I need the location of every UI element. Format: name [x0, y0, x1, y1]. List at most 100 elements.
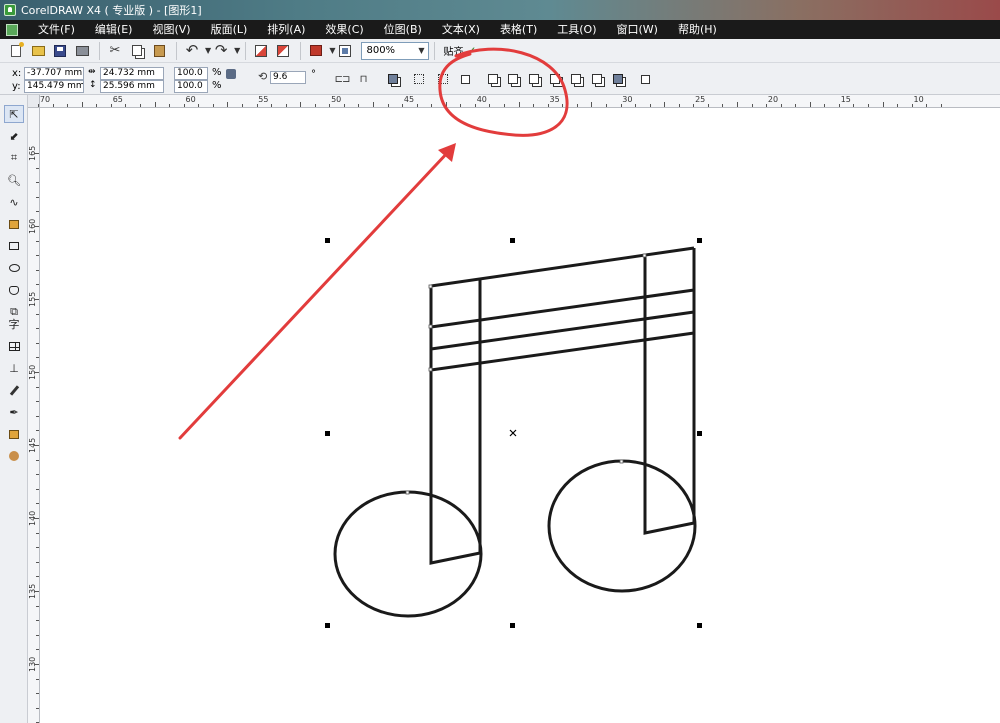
- selection-handle-bottom-left[interactable]: [325, 623, 330, 628]
- text-tool[interactable]: 字: [4, 315, 24, 333]
- selection-handle-top-middle[interactable]: [510, 238, 515, 243]
- node[interactable]: [428, 367, 433, 372]
- vertical-ruler[interactable]: 165 160 155 150 145 140 135 130: [28, 108, 40, 723]
- lock-object-button[interactable]: [458, 72, 472, 86]
- x-position-field[interactable]: -37.707 mm: [24, 67, 84, 80]
- ruler-tick: [140, 104, 142, 107]
- node[interactable]: [642, 253, 647, 258]
- menu-window[interactable]: 窗口(W): [607, 20, 668, 39]
- front-minus-back-button[interactable]: [569, 72, 583, 86]
- outline-tool[interactable]: ✒: [4, 403, 24, 421]
- menu-layout[interactable]: 版面(L): [201, 20, 258, 39]
- lock-ratio-button[interactable]: [224, 67, 238, 81]
- paste-button[interactable]: [149, 41, 169, 61]
- menu-effects[interactable]: 效果(C): [315, 20, 373, 39]
- document-icon[interactable]: [6, 23, 18, 36]
- menu-tools[interactable]: 工具(O): [547, 20, 606, 39]
- beam-3[interactable]: [430, 310, 695, 351]
- break-apart-button[interactable]: [436, 72, 450, 86]
- polygon-tool[interactable]: [4, 281, 24, 299]
- zoom-level-select[interactable]: 800% ▼: [361, 41, 430, 60]
- selection-handle-top-right[interactable]: [697, 238, 702, 243]
- menu-help[interactable]: 帮助(H): [668, 20, 727, 39]
- snap-to-button[interactable]: 贴齐: [443, 43, 463, 58]
- beam-2[interactable]: [430, 288, 695, 329]
- intersect-button[interactable]: [527, 72, 541, 86]
- shape-tool[interactable]: ⬋: [4, 127, 24, 145]
- selection-handle-top-left[interactable]: [325, 238, 330, 243]
- zoom-tool[interactable]: 🔍︎: [4, 171, 24, 189]
- import-button[interactable]: [251, 41, 271, 61]
- back-minus-front-button[interactable]: [590, 72, 604, 86]
- node[interactable]: [428, 284, 433, 289]
- left-note-head[interactable]: [333, 490, 483, 618]
- selection-handle-bottom-middle[interactable]: [510, 623, 515, 628]
- open-button[interactable]: [28, 41, 48, 61]
- beam-top[interactable]: [430, 246, 695, 288]
- menu-arrange[interactable]: 排列(A): [257, 20, 315, 39]
- scale-y-field[interactable]: 100.0: [174, 80, 208, 93]
- y-position-field[interactable]: 145.479 mm: [24, 80, 84, 93]
- crop-tool[interactable]: ⌗: [4, 149, 24, 167]
- welcome-screen-button[interactable]: [335, 41, 355, 61]
- pick-tool[interactable]: ⇱: [4, 105, 24, 123]
- menu-file[interactable]: 文件(F): [28, 20, 85, 39]
- copy-button[interactable]: [127, 41, 147, 61]
- cut-button[interactable]: ✂: [105, 41, 125, 61]
- ellipse-tool[interactable]: [4, 259, 24, 277]
- ruler-tick: [36, 503, 39, 505]
- node[interactable]: [619, 459, 624, 464]
- simplify-button[interactable]: [548, 72, 562, 86]
- print-button[interactable]: [72, 41, 92, 61]
- selection-handle-middle-right[interactable]: [697, 431, 702, 436]
- trim-button[interactable]: [506, 72, 520, 86]
- simplify-icon: [550, 74, 560, 84]
- rectangle-tool[interactable]: [4, 237, 24, 255]
- check-icon[interactable]: ✓: [466, 45, 476, 57]
- redo-button[interactable]: ↷: [211, 41, 231, 61]
- menu-view[interactable]: 视图(V): [142, 20, 200, 39]
- beam-4[interactable]: [430, 331, 695, 372]
- menu-bitmaps[interactable]: 位图(B): [374, 20, 432, 39]
- mirror-horizontal-button[interactable]: ⊏⊐: [335, 72, 351, 86]
- drawing-canvas[interactable]: [40, 108, 1000, 723]
- combine-button[interactable]: [386, 72, 400, 86]
- undo-button[interactable]: ↶: [182, 41, 202, 61]
- scale-x-field[interactable]: 100.0: [174, 67, 208, 80]
- outline-width-button[interactable]: [638, 72, 652, 86]
- ruler-tick: [125, 104, 127, 107]
- new-document-button[interactable]: [6, 41, 26, 61]
- horizontal-ruler[interactable]: 70 65 60 55 50 45 40 35 30 25 20 15 10: [0, 95, 1000, 108]
- freehand-tool[interactable]: ∿: [4, 193, 24, 211]
- interactive-fill-tool[interactable]: [4, 447, 24, 465]
- fill-tool[interactable]: [4, 425, 24, 443]
- mirror-vertical-button[interactable]: ⊓: [356, 72, 370, 86]
- node[interactable]: [405, 490, 410, 495]
- ruler-tick: [52, 104, 54, 107]
- percent-label: %: [212, 80, 222, 91]
- weld-button[interactable]: [486, 72, 500, 86]
- table-tool[interactable]: [4, 337, 24, 355]
- eyedropper-tool[interactable]: [4, 381, 24, 399]
- menu-edit[interactable]: 编辑(E): [85, 20, 143, 39]
- node[interactable]: [428, 324, 433, 329]
- selection-handle-middle-left[interactable]: [325, 431, 330, 436]
- menu-table[interactable]: 表格(T): [490, 20, 547, 39]
- menu-text[interactable]: 文本(X): [432, 20, 490, 39]
- rotation-angle-field[interactable]: 9.6: [270, 71, 306, 84]
- application-launcher-button[interactable]: [306, 41, 326, 61]
- outline-icon: [640, 74, 650, 84]
- width-field[interactable]: 24.732 mm: [100, 67, 164, 80]
- selection-handle-bottom-right[interactable]: [697, 623, 702, 628]
- ruler-tick: [81, 102, 83, 107]
- dimension-tool[interactable]: ⊥: [4, 359, 24, 377]
- height-field[interactable]: 25.596 mm: [100, 80, 164, 93]
- save-button[interactable]: [50, 41, 70, 61]
- export-button[interactable]: [273, 41, 293, 61]
- align-distribute-button[interactable]: [412, 72, 426, 86]
- ruler-tick: [853, 104, 855, 107]
- create-boundary-button[interactable]: [611, 72, 625, 86]
- smart-fill-tool[interactable]: [4, 215, 24, 233]
- music-note-drawing[interactable]: [40, 108, 1000, 723]
- redo-dropdown-icon[interactable]: ▼: [234, 46, 240, 55]
